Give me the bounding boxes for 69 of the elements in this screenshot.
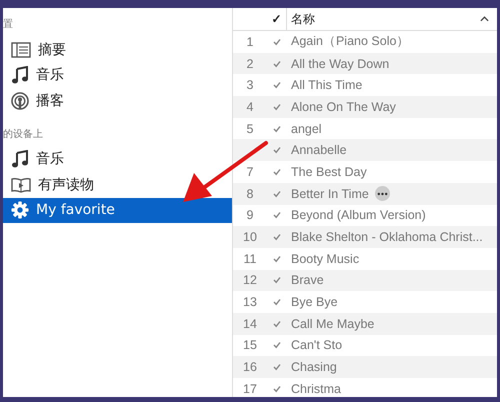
- row-number: 17: [242, 382, 258, 396]
- checkbox[interactable]: [272, 340, 282, 350]
- row-number: 11: [242, 252, 258, 266]
- row-number: 13: [242, 295, 258, 310]
- checkbox[interactable]: [272, 80, 282, 90]
- book-icon: [11, 176, 31, 193]
- song-title: All This Time: [291, 78, 362, 92]
- row-number: 1: [246, 34, 254, 49]
- music-note-icon: [11, 66, 29, 84]
- row-number: 3: [246, 78, 254, 92]
- row-number: 16: [242, 360, 258, 374]
- checkbox[interactable]: [272, 37, 282, 46]
- sidebar-item[interactable]: 音乐: [3, 62, 232, 88]
- checkbox[interactable]: [272, 232, 282, 242]
- list-icon: [11, 42, 31, 58]
- sidebar-item[interactable]: 有声读物: [3, 172, 232, 198]
- section-heading: 的设备上: [3, 128, 44, 142]
- sidebar-item[interactable]: My favorite: [3, 198, 232, 222]
- row-number: 7: [246, 164, 254, 179]
- sidebar-item[interactable]: 摘要: [3, 37, 232, 62]
- song-title: Chasing: [291, 360, 337, 374]
- sort-caret-icon[interactable]: [480, 16, 489, 22]
- song-title: Brave: [291, 273, 324, 288]
- checkbox[interactable]: [272, 254, 282, 264]
- column-header[interactable]: ✓: [267, 8, 287, 30]
- checkbox[interactable]: [272, 167, 282, 176]
- checkbox[interactable]: [272, 276, 282, 285]
- checkbox[interactable]: [272, 59, 282, 68]
- ellipsis-icon: [376, 192, 388, 196]
- podcast-icon: [11, 92, 29, 110]
- checkbox[interactable]: [272, 146, 282, 155]
- song-title: Beyond (Album Version): [291, 208, 426, 222]
- row-number: 12: [242, 273, 258, 288]
- song-title: Annabelle: [291, 143, 347, 158]
- song-title: All the Way Down: [291, 56, 390, 71]
- gear-icon: [11, 201, 29, 219]
- song-title: Can't Sto: [291, 338, 342, 352]
- checkbox[interactable]: [272, 319, 282, 328]
- song-title: Booty Music: [291, 252, 360, 266]
- row-number: 14: [242, 316, 258, 331]
- row-number: 4: [246, 100, 254, 114]
- song-title: Alone On The Way: [291, 100, 396, 114]
- song-title: Blake Shelton - Oklahoma Christ...: [291, 230, 483, 244]
- song-title: The Best Day: [291, 164, 367, 179]
- more-button[interactable]: [374, 186, 390, 202]
- checkbox[interactable]: [272, 102, 282, 112]
- song-title: Christma: [291, 382, 342, 396]
- song-title: angel: [291, 122, 322, 136]
- music-note-icon: [11, 150, 29, 168]
- row-number: 9: [246, 208, 254, 222]
- row-number: 5: [246, 122, 254, 136]
- row-number: 15: [242, 338, 258, 352]
- sidebar-item[interactable]: 音乐: [3, 146, 232, 172]
- row-number: 8: [246, 186, 254, 201]
- song-title: Better In Time: [291, 186, 369, 201]
- section-heading: 置: [3, 18, 14, 32]
- checkbox[interactable]: [272, 210, 282, 220]
- column-header[interactable]: 名称: [287, 8, 480, 30]
- checkbox[interactable]: [272, 189, 282, 198]
- song-title: Bye Bye: [291, 295, 338, 310]
- sidebar-item[interactable]: 播客: [3, 88, 232, 114]
- song-title: Call Me Maybe: [291, 316, 374, 331]
- checkbox[interactable]: [272, 298, 282, 307]
- checkbox[interactable]: [272, 124, 282, 134]
- row-number: 2: [246, 56, 254, 71]
- checkbox[interactable]: [272, 384, 282, 394]
- song-title: Again（Piano Solo）: [291, 33, 410, 50]
- checkbox[interactable]: [272, 362, 282, 372]
- row-number: 10: [242, 230, 258, 244]
